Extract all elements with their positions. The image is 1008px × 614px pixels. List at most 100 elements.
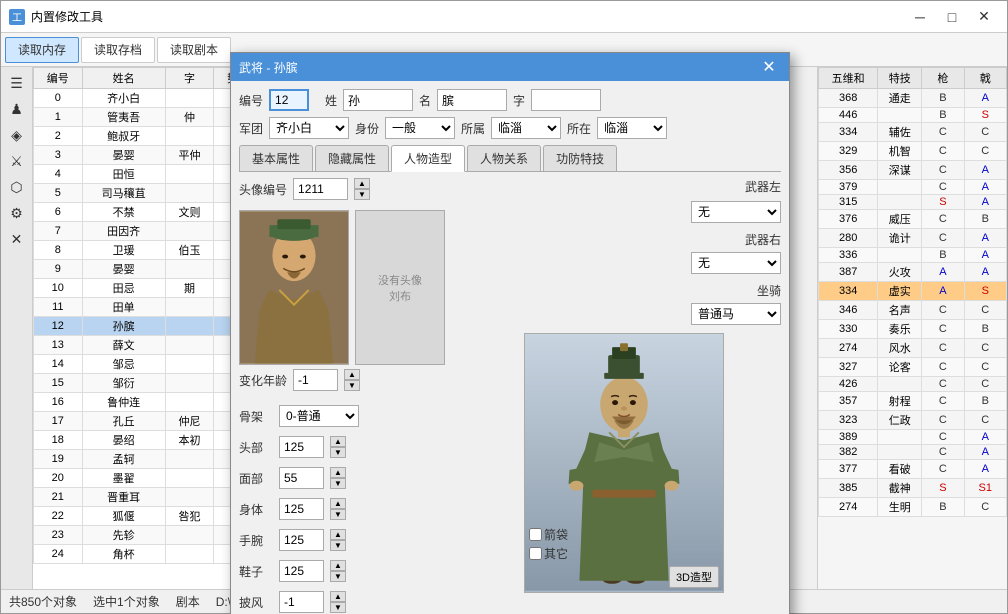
right-table-row[interactable]: 280 诡计 C A: [819, 229, 1007, 248]
weapon-right-select[interactable]: 无: [691, 252, 781, 274]
main-table-container[interactable]: 编号 姓名 字 势力 0 齐小白 1 管夷吾 仲 齐 2 鲍叔牙 齐 3 晏婴 …: [33, 67, 263, 589]
xie-input[interactable]: [279, 560, 324, 582]
tab-appearance[interactable]: 人物造型: [391, 145, 465, 172]
pofeng-input[interactable]: [279, 591, 324, 613]
sidebar-icon-6[interactable]: ⚙: [5, 201, 29, 225]
right-table-row[interactable]: 376 威压 C B: [819, 210, 1007, 229]
tou-input[interactable]: [279, 436, 324, 458]
sidebar-icon-3[interactable]: ◈: [5, 123, 29, 147]
right-table-row[interactable]: 327 论客 C C: [819, 358, 1007, 377]
qita-checkbox[interactable]: [529, 547, 542, 560]
table-row[interactable]: 21 晋重耳 晋: [34, 488, 263, 507]
right-table-row[interactable]: 274 生明 B C: [819, 498, 1007, 517]
table-row[interactable]: 23 先轸 晋: [34, 526, 263, 545]
table-row[interactable]: 17 孔丘 仲尼: [34, 412, 263, 431]
biaohao-input[interactable]: [269, 89, 309, 111]
bianhua-up[interactable]: ▲: [344, 369, 360, 380]
mian-spinner[interactable]: ▲ ▼: [330, 467, 346, 489]
sidebar-icon-4[interactable]: ⚔: [5, 149, 29, 173]
bianhua-down[interactable]: ▼: [344, 380, 360, 391]
right-table-row[interactable]: 356 深谋 C A: [819, 161, 1007, 180]
spinner-down[interactable]: ▼: [354, 189, 370, 200]
table-row[interactable]: 4 田恒 齐: [34, 165, 263, 184]
xing-input[interactable]: [343, 89, 413, 111]
sidebar-icon-1[interactable]: ☰: [5, 71, 29, 95]
jian-checkbox[interactable]: [529, 528, 542, 541]
right-table-row[interactable]: 385 截神 S S1: [819, 479, 1007, 498]
mount-select[interactable]: 普通马: [691, 303, 781, 325]
table-row[interactable]: 8 卫瑗 伯玉 司: [34, 241, 263, 260]
sidebar-icon-7[interactable]: ✕: [5, 227, 29, 251]
juntuan-select[interactable]: 齐小白: [269, 117, 349, 139]
ming-input[interactable]: [437, 89, 507, 111]
table-row[interactable]: 16 鲁仲连: [34, 393, 263, 412]
suoshu-select[interactable]: 临淄: [491, 117, 561, 139]
table-row[interactable]: 15 邹衍: [34, 374, 263, 393]
right-table-row[interactable]: 330 奏乐 C B: [819, 320, 1007, 339]
tab-relations[interactable]: 人物关系: [467, 145, 541, 171]
right-table-row[interactable]: 379 C A: [819, 180, 1007, 195]
table-row[interactable]: 3 晏婴 平仲 齐: [34, 146, 263, 165]
read-scenario-button[interactable]: 读取剧本: [157, 37, 231, 63]
right-table-row[interactable]: 446 B S: [819, 108, 1007, 123]
table-row[interactable]: 20 墨翟 晋: [34, 469, 263, 488]
right-table-row[interactable]: 382 C A: [819, 445, 1007, 460]
tab-hidden[interactable]: 隐藏属性: [315, 145, 389, 171]
tou-spinner[interactable]: ▲ ▼: [330, 436, 346, 458]
mian-input[interactable]: [279, 467, 324, 489]
right-table-row[interactable]: 377 看破 C A: [819, 460, 1007, 479]
shou-input[interactable]: [279, 529, 324, 551]
maximize-button[interactable]: □: [937, 5, 967, 29]
bianhua-input[interactable]: [293, 369, 338, 391]
table-row[interactable]: 10 田忌 期 齐: [34, 279, 263, 298]
table-row[interactable]: 5 司马穰苴 齐: [34, 184, 263, 203]
table-row[interactable]: 13 薛文 齐: [34, 336, 263, 355]
spinner-up[interactable]: ▲: [354, 178, 370, 189]
table-row[interactable]: 0 齐小白: [34, 89, 263, 108]
right-table-row[interactable]: 368 通走 B A: [819, 89, 1007, 108]
shenti-spinner[interactable]: ▲ ▼: [330, 498, 346, 520]
btn-3d[interactable]: 3D造型: [669, 566, 719, 588]
right-table-row[interactable]: 334 虚实 A S: [819, 282, 1007, 301]
bianhua-spinner[interactable]: ▲ ▼: [344, 369, 360, 391]
shenfen-select[interactable]: 一般: [385, 117, 455, 139]
portrait-code-input[interactable]: [293, 178, 348, 200]
gujia-select[interactable]: 0-普通: [279, 405, 359, 427]
table-row[interactable]: 12 孙膑 齐: [34, 317, 263, 336]
shenti-input[interactable]: [279, 498, 324, 520]
sidebar-icon-2[interactable]: ♟: [5, 97, 29, 121]
right-table-row[interactable]: 346 名声 C C: [819, 301, 1007, 320]
table-row[interactable]: 11 田单: [34, 298, 263, 317]
zi-input[interactable]: [531, 89, 601, 111]
right-table-row[interactable]: 274 风水 C C: [819, 339, 1007, 358]
minimize-button[interactable]: ─: [905, 5, 935, 29]
table-row[interactable]: 14 邹忌: [34, 355, 263, 374]
table-row[interactable]: 18 晏绍 本初 刘: [34, 431, 263, 450]
right-table-row[interactable]: 387 火攻 A A: [819, 263, 1007, 282]
right-table-row[interactable]: 315 S A: [819, 195, 1007, 210]
table-row[interactable]: 22 狐偃 咎犯 晋: [34, 507, 263, 526]
table-row[interactable]: 24 角杯: [34, 545, 263, 564]
portrait-code-spinner[interactable]: ▲ ▼: [354, 178, 370, 200]
right-table-row[interactable]: 329 机智 C C: [819, 142, 1007, 161]
right-table-row[interactable]: 323 仁政 C C: [819, 411, 1007, 430]
sidebar-icon-5[interactable]: ⬡: [5, 175, 29, 199]
weapon-left-select[interactable]: 无: [691, 201, 781, 223]
table-row[interactable]: 2 鲍叔牙 齐: [34, 127, 263, 146]
table-row[interactable]: 19 孟轲: [34, 450, 263, 469]
right-table-row[interactable]: 389 C A: [819, 430, 1007, 445]
table-row[interactable]: 7 田因齐: [34, 222, 263, 241]
xie-spinner[interactable]: ▲ ▼: [330, 560, 346, 582]
tab-basic[interactable]: 基本属性: [239, 145, 313, 171]
jian-checkbox-row[interactable]: 箭袋: [529, 526, 568, 543]
table-row[interactable]: 9 晏婴: [34, 260, 263, 279]
suozai-select[interactable]: 临淄: [597, 117, 667, 139]
read-save-button[interactable]: 读取存档: [81, 37, 155, 63]
table-row[interactable]: 6 不禁 文则 齐: [34, 203, 263, 222]
tab-skills[interactable]: 功防特技: [543, 145, 617, 171]
right-table-row[interactable]: 336 B A: [819, 248, 1007, 263]
right-table-row[interactable]: 334 辅佐 C C: [819, 123, 1007, 142]
app-close-button[interactable]: ✕: [969, 5, 999, 29]
right-table-row[interactable]: 426 C C: [819, 377, 1007, 392]
shou-spinner[interactable]: ▲ ▼: [330, 529, 346, 551]
